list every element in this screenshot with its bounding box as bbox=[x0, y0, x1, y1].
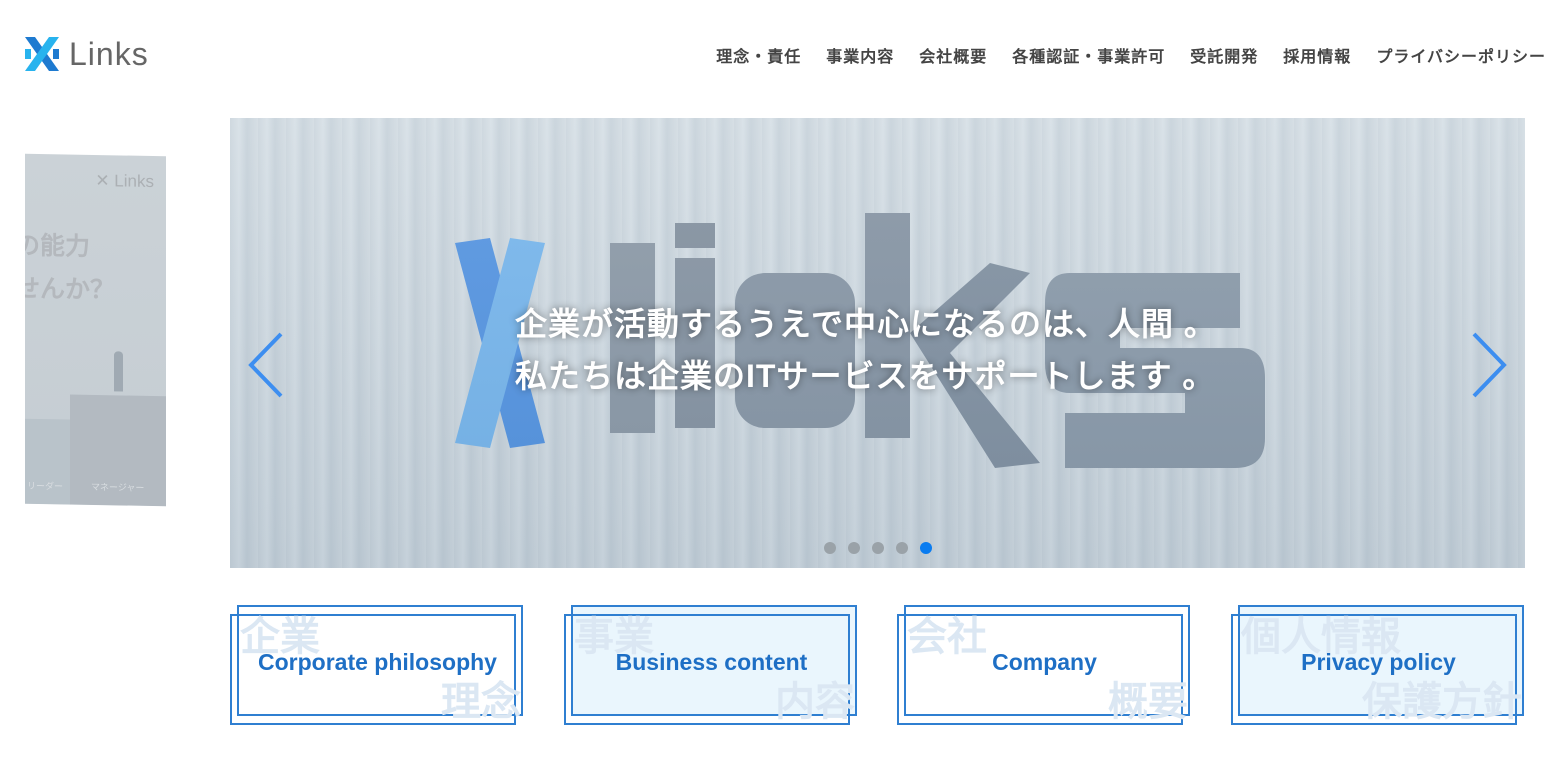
card-business-content[interactable]: 事業 内容 Business content bbox=[564, 605, 859, 726]
banner-logo: ✕ Links bbox=[95, 170, 154, 192]
card-label: Corporate philosophy bbox=[258, 649, 497, 675]
banner-label: リーダー bbox=[27, 481, 64, 493]
main-nav: 理念・責任 事業内容 会社概要 各種認証・事業許可 受託開発 採用情報 プライバ… bbox=[716, 43, 1546, 67]
headline-line-1: 企業が活動するうえで中心になるのは、人間 。 bbox=[515, 306, 1217, 342]
hero-slider: 企業が活動するうえで中心になるのは、人間 。 私たちは企業のITサービスをサポー… bbox=[230, 118, 1525, 568]
nav-company[interactable]: 会社概要 bbox=[919, 43, 987, 67]
slide-dot-3[interactable] bbox=[872, 542, 884, 554]
slide-dot-5[interactable] bbox=[920, 542, 932, 554]
logo-text: Links bbox=[69, 36, 149, 72]
logo[interactable]: Links bbox=[25, 37, 149, 71]
card-bg-text: 概要 bbox=[1108, 679, 1188, 725]
nav-certifications[interactable]: 各種認証・事業許可 bbox=[1012, 43, 1165, 67]
slide-dots bbox=[824, 542, 932, 554]
next-arrow-icon[interactable] bbox=[1470, 330, 1510, 400]
nav-philosophy[interactable]: 理念・責任 bbox=[716, 43, 801, 67]
card-label: Company bbox=[992, 649, 1097, 675]
slide-dot-2[interactable] bbox=[848, 542, 860, 554]
hero-headline: 企業が活動するうえで中心になるのは、人間 。 私たちは企業のITサービスをサポー… bbox=[515, 298, 1217, 402]
card-privacy-policy[interactable]: 個人情報 保護方針 Privacy policy bbox=[1231, 605, 1526, 726]
card-bg-text: 保護方針 bbox=[1362, 679, 1522, 725]
card-corporate-philosophy[interactable]: 企業 理念 Corporate philosophy bbox=[230, 605, 525, 726]
prev-arrow-icon[interactable] bbox=[245, 330, 285, 400]
slide-dot-1[interactable] bbox=[824, 542, 836, 554]
card-label: Privacy policy bbox=[1301, 649, 1456, 675]
person-silhouette-icon bbox=[114, 351, 123, 392]
card-company[interactable]: 会社 概要 Company bbox=[897, 605, 1192, 726]
banner-label: マネージャー bbox=[91, 482, 145, 494]
slide-dot-4[interactable] bbox=[896, 542, 908, 554]
links-logo-icon bbox=[25, 37, 59, 71]
nav-privacy[interactable]: プライバシーポリシー bbox=[1376, 43, 1546, 67]
card-label: Business content bbox=[615, 649, 808, 675]
card-bg-text: 内容 bbox=[775, 679, 855, 725]
nav-recruit[interactable]: 採用情報 bbox=[1283, 43, 1351, 67]
headline-line-2: 私たちは企業のITサービスをサポートします 。 bbox=[515, 358, 1216, 394]
nav-business[interactable]: 事業内容 bbox=[826, 43, 894, 67]
banner-text: の能力 せんか？ bbox=[25, 230, 116, 305]
side-recruit-banner[interactable]: ✕ Links の能力 せんか？ リーダー マネージャー bbox=[25, 153, 166, 507]
nav-contract-dev[interactable]: 受託開発 bbox=[1190, 43, 1258, 67]
card-bg-text: 理念 bbox=[441, 679, 521, 725]
